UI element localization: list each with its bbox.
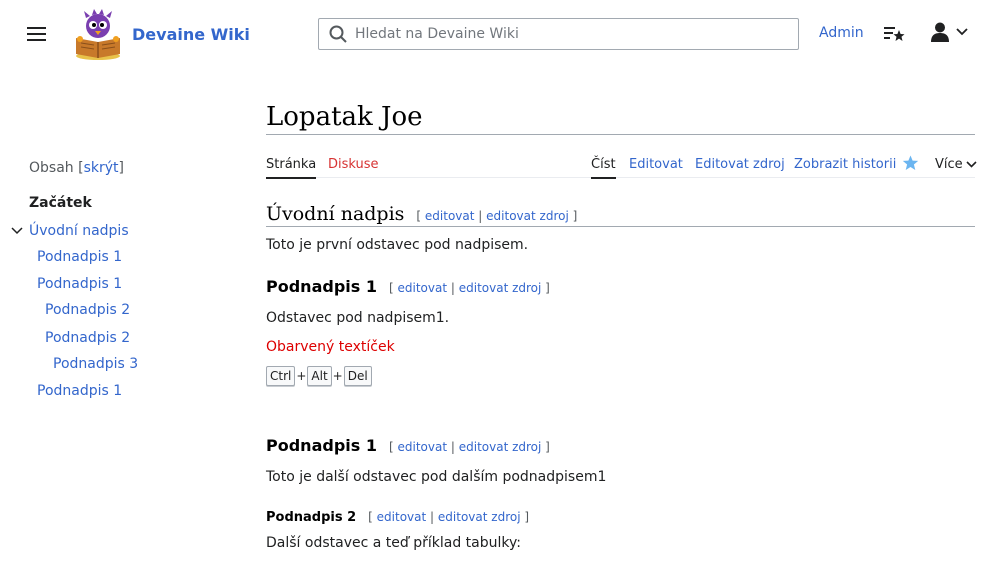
edit-section-link[interactable]: editovat [397,440,447,454]
section-edit-links: [ editovat | editovat zdroj ] [388,440,550,454]
section-edit-links: [ editovat | editovat zdroj ] [388,281,550,295]
paragraph: Odstavec pod nadpisem1. [266,310,450,326]
edit-source-section-link[interactable]: editovat zdroj [486,209,569,223]
subsubsection-heading: Podnadpis 2 [ editovat | editovat zdroj ] [266,506,529,525]
kbd-key: Ctrl [266,366,296,386]
section-edit-links: [ editovat | editovat zdroj ] [416,209,578,223]
site-logo[interactable] [72,8,124,60]
subsubsection-heading-text: Podnadpis 2 [266,510,357,525]
paragraph: Další odstavec a teď příklad tabulky: [266,535,521,551]
edit-section-link[interactable]: editovat [397,281,447,295]
tab-read[interactable]: Číst [591,157,616,179]
toc-collapse-chevron-icon[interactable] [11,227,23,235]
edit-source-section-link[interactable]: editovat zdroj [438,510,521,524]
toc-item[interactable]: Podnadpis 1 [37,276,122,292]
keyboard-shortcut: Ctrl + Alt + Del [266,366,372,386]
section-heading-text: Úvodní nadpis [266,203,405,225]
edit-section-link[interactable]: editovat [377,510,427,524]
chevron-down-icon [966,161,977,168]
colored-text: Obarvený textíček [266,339,395,355]
subsection-heading: Podnadpis 1 [ editovat | editovat zdroj ] [266,436,550,455]
tab-edit-source[interactable]: Editovat zdroj [695,157,785,172]
toc-item[interactable]: Úvodní nadpis [29,223,129,239]
section-heading: Úvodní nadpis [ editovat | editovat zdroj… [266,203,975,227]
more-menu[interactable]: Více [935,157,977,172]
toc-title: Obsah [skrýt] [29,160,124,176]
toc-item[interactable]: Podnadpis 2 [45,302,130,318]
paragraph: Toto je první odstavec pod nadpisem. [266,237,529,253]
chevron-down-icon [956,28,968,36]
paragraph: Toto je další odstavec pod dalším podnad… [266,469,607,485]
kbd-key: Alt [307,366,332,386]
tab-talk[interactable]: Diskuse [328,157,379,172]
page-title: Lopatak Joe [266,102,975,135]
subsection-heading-text: Podnadpis 1 [266,277,377,296]
edit-section-link[interactable]: editovat [425,209,475,223]
user-icon [931,22,949,42]
tab-edit[interactable]: Editovat [629,157,683,172]
page-tabs: Stránka Diskuse Číst Editovat Editovat z… [266,150,977,179]
watchlist-icon[interactable] [884,25,905,43]
tab-history[interactable]: Zobrazit historii [794,157,896,172]
toc-item[interactable]: Podnadpis 1 [37,383,122,399]
edit-source-section-link[interactable]: editovat zdroj [459,440,542,454]
kbd-key: Del [343,366,372,386]
watch-star-icon[interactable] [902,155,919,171]
toc-start[interactable]: Začátek [29,195,92,211]
tab-page[interactable]: Stránka [266,157,317,179]
site-name[interactable]: Devaine Wiki [132,25,250,44]
toc-item[interactable]: Podnadpis 1 [37,249,122,265]
edit-source-section-link[interactable]: editovat zdroj [459,281,542,295]
section-edit-links: [ editovat | editovat zdroj ] [368,510,530,524]
user-menu[interactable] [930,22,968,42]
toc-hide-toggle[interactable]: skrýt [84,160,119,176]
subsection-heading: Podnadpis 1 [ editovat | editovat zdroj ] [266,277,550,296]
search-box[interactable] [318,18,799,50]
subsection-heading-text: Podnadpis 1 [266,436,377,455]
main-menu-button[interactable] [27,26,47,42]
search-input[interactable] [355,26,775,42]
admin-link[interactable]: Admin [819,25,864,41]
toc-item[interactable]: Podnadpis 2 [45,330,130,346]
search-icon [329,25,347,43]
toc-item[interactable]: Podnadpis 3 [53,356,138,372]
